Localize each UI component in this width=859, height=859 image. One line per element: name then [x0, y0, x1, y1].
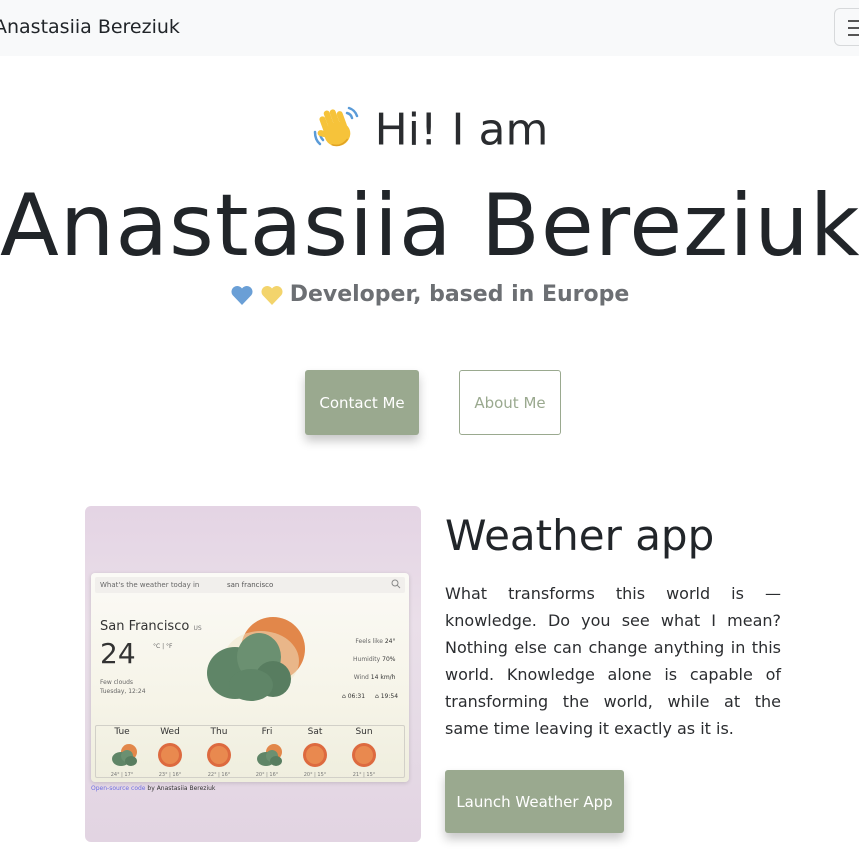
- current-temperature: 24: [100, 637, 136, 670]
- project-title: Weather app: [445, 511, 715, 560]
- forecast-temps: 23° | 16°: [158, 772, 182, 778]
- sunrise: ⌂ 06:31: [342, 693, 366, 700]
- forecast-day: Sun 21° | 15°: [340, 727, 388, 778]
- blue-heart-icon: [230, 282, 260, 307]
- forecast-day-name: Sun: [355, 727, 373, 737]
- greeting-heading: Hi! I am: [0, 102, 859, 163]
- search-icon: [391, 579, 401, 595]
- forecast-temps: 22° | 16°: [207, 772, 231, 778]
- hero-name: Anastasiia Bereziuk: [0, 176, 859, 276]
- search-value: san francisco: [227, 581, 274, 589]
- forecast-temps: 20° | 16°: [255, 772, 279, 778]
- weather-card: What's the weather today in san francisc…: [91, 573, 409, 782]
- tagline: Developer, based in Europe: [0, 282, 859, 307]
- forecast-day-name: Thu: [210, 727, 228, 737]
- unit-toggle: °C | °F: [153, 643, 173, 650]
- source-code-link[interactable]: Open-source code: [91, 785, 146, 792]
- sun-icon: [302, 742, 328, 772]
- sun-icon: [351, 742, 377, 772]
- forecast-day: Tue 24° | 17°: [98, 727, 146, 778]
- navbar-brand[interactable]: Anastasiia Bereziuk: [0, 16, 180, 38]
- forecast-temps: 24° | 17°: [110, 772, 134, 778]
- forecast-day: Wed 23° | 16°: [146, 727, 194, 778]
- weather-condition: Few clouds Tuesday, 12:24: [100, 679, 146, 695]
- sun-icon: [157, 742, 183, 772]
- weather-app-preview-image[interactable]: What's the weather today in san francisc…: [85, 506, 421, 842]
- credit-line: Open-source code by Anastasiia Bereziuk: [91, 785, 216, 792]
- forecast-day-name: Sat: [307, 727, 323, 737]
- tagline-text: Developer, based in Europe: [289, 282, 630, 307]
- forecast-day-name: Tue: [114, 727, 130, 737]
- search-question: What's the weather today in: [100, 581, 200, 589]
- launch-weather-app-button[interactable]: Launch Weather App: [445, 770, 624, 833]
- partly-cloudy-icon: [203, 611, 313, 715]
- partly-cloudy-icon: [109, 742, 139, 772]
- forecast-day-name: Wed: [160, 727, 180, 737]
- city-name: San Francisco US: [100, 619, 202, 634]
- forecast-list: Tue 24° | 17° Wed 23° | 16° Thu 22° | 16° Fri 2…: [95, 725, 405, 778]
- waving-hand-icon: [311, 102, 361, 163]
- weather-details: Feels like 24° Humidity 70% Wind 14 km/h: [353, 638, 396, 681]
- sun-icon: [206, 742, 232, 772]
- forecast-temps: 20° | 15°: [303, 772, 327, 778]
- forecast-day-name: Fri: [261, 727, 273, 737]
- sunset-icon: ⌂: [375, 693, 379, 700]
- menu-toggle-button[interactable]: [834, 8, 859, 46]
- sunset: ⌂ 19:54: [375, 693, 399, 700]
- forecast-day: Fri 20° | 16°: [243, 727, 291, 778]
- weather-search-bar: What's the weather today in san francisc…: [95, 577, 405, 593]
- about-me-button[interactable]: About Me: [459, 370, 561, 435]
- contact-me-button[interactable]: Contact Me: [305, 370, 419, 435]
- sunrise-icon: ⌂: [342, 693, 346, 700]
- forecast-day: Thu 22° | 16°: [195, 727, 243, 778]
- greeting-text: Hi! I am: [374, 104, 549, 156]
- forecast-day: Sat 20° | 15°: [291, 727, 339, 778]
- forecast-temps: 21° | 15°: [352, 772, 376, 778]
- partly-cloudy-icon: [254, 742, 284, 772]
- navbar: Anastasiia Bereziuk: [0, 0, 859, 56]
- project-description: What transforms this world is — knowledg…: [445, 584, 781, 738]
- yellow-heart-icon: [260, 282, 290, 307]
